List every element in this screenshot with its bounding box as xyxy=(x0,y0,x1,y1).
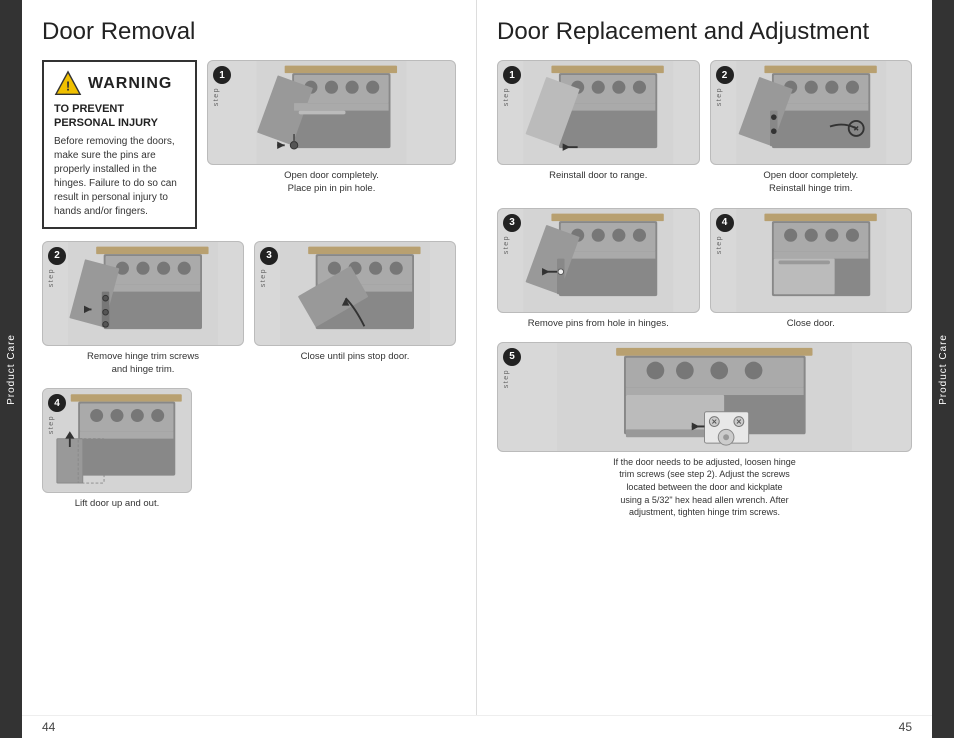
right-step-5-row: 5 step xyxy=(497,342,912,519)
step-4-caption: Lift door up and out. xyxy=(75,497,160,510)
warning-header: ! WARNING xyxy=(54,70,185,98)
step-3-badge: 3 xyxy=(260,247,278,265)
two-column-layout: Door Removal ! xyxy=(22,0,932,715)
single-step-row: 4 step xyxy=(42,388,456,510)
step-2-word: step xyxy=(48,268,55,287)
right-step-4-svg xyxy=(711,209,912,312)
step-3-caption: Close until pins stop door. xyxy=(301,350,410,363)
step-3-image: 3 step xyxy=(254,241,456,346)
right-step-2-box: 2 step xyxy=(710,60,913,196)
step-3-word: step xyxy=(260,268,267,287)
right-step-5-box: 5 step xyxy=(497,342,912,519)
right-step-3-box: 3 step xyxy=(497,208,700,330)
step-2-svg xyxy=(43,242,243,345)
right-step-1-caption: Reinstall door to range. xyxy=(549,169,647,182)
right-step-3-svg xyxy=(498,209,699,312)
right-step-2-caption: Open door completely.Reinstall hinge tri… xyxy=(763,169,858,196)
right-step-1-image: 1 step xyxy=(497,60,700,165)
side-tab-right-label: Product Care xyxy=(938,334,949,405)
svg-text:!: ! xyxy=(66,79,70,94)
step-1-image: 1 step xyxy=(207,60,456,165)
right-step-1-word: step xyxy=(503,87,510,106)
right-step-3-badge: 3 xyxy=(503,214,521,232)
right-step-5-image: 5 step xyxy=(497,342,912,452)
steps-row-2-3: 2 step xyxy=(42,241,456,377)
step-1-caption: Open door completely.Place pin in pin ho… xyxy=(284,169,379,196)
right-step-1-box: 1 step xyxy=(497,60,700,196)
right-step-2-word: step xyxy=(716,87,723,106)
warning-title: WARNING xyxy=(88,75,172,93)
right-step-5-badge: 5 xyxy=(503,348,521,366)
step-4-image: 4 step xyxy=(42,388,192,493)
warning-subtitle: TO PREVENTPERSONAL INJURY xyxy=(54,102,185,131)
right-step-1-badge: 1 xyxy=(503,66,521,84)
right-step-5-word: step xyxy=(503,369,510,388)
page-number-left: 44 xyxy=(42,720,55,734)
side-tab-left: Product Care xyxy=(0,0,22,738)
step-3-svg xyxy=(255,242,455,345)
step-1-word: step xyxy=(213,87,220,106)
step-3-box: 3 step xyxy=(254,241,456,377)
right-step-4-word: step xyxy=(716,235,723,254)
page-container: Product Care Door Removal xyxy=(0,0,954,738)
right-section: Door Replacement and Adjustment 1 step xyxy=(477,0,932,715)
warning-content: ! WARNING TO PREVENTPERSONAL INJURY Befo… xyxy=(54,70,185,219)
page-numbers: 44 45 xyxy=(22,715,932,738)
right-step-4-box: 4 step xyxy=(710,208,913,330)
main-content: Door Removal ! xyxy=(22,0,932,738)
step-2-caption: Remove hinge trim screwsand hinge trim. xyxy=(87,350,199,377)
left-section: Door Removal ! xyxy=(22,0,477,715)
side-tab-left-label: Product Care xyxy=(6,334,17,405)
right-section-title: Door Replacement and Adjustment xyxy=(497,18,912,46)
right-step-3-caption: Remove pins from hole in hinges. xyxy=(528,317,669,330)
right-step-2-badge: 2 xyxy=(716,66,734,84)
right-steps-row-1-2: 1 step xyxy=(497,60,912,196)
right-step-4-image: 4 step xyxy=(710,208,913,313)
step-1-col: 1 step xyxy=(207,60,456,196)
right-step-4-caption: Close door. xyxy=(787,317,835,330)
step-4-word: step xyxy=(48,415,55,434)
right-step-2-svg xyxy=(711,61,912,164)
step-1-svg xyxy=(208,61,455,164)
right-step-3-word: step xyxy=(503,235,510,254)
right-step-2-image: 2 step xyxy=(710,60,913,165)
right-steps-row-3-4: 3 step xyxy=(497,208,912,330)
warning-body: Before removing the doors, make sure the… xyxy=(54,135,185,219)
step-2-badge: 2 xyxy=(48,247,66,265)
step-4-box: 4 step xyxy=(42,388,192,510)
right-step-4-badge: 4 xyxy=(716,214,734,232)
warning-column: ! WARNING TO PREVENTPERSONAL INJURY Befo… xyxy=(42,60,197,229)
right-step-5-svg xyxy=(498,343,911,451)
step-2-box: 2 step xyxy=(42,241,244,377)
first-row: ! WARNING TO PREVENTPERSONAL INJURY Befo… xyxy=(42,60,456,229)
warning-triangle-icon: ! xyxy=(54,70,82,98)
page-number-right: 45 xyxy=(899,720,912,734)
step-1-badge: 1 xyxy=(213,66,231,84)
warning-box: ! WARNING TO PREVENTPERSONAL INJURY Befo… xyxy=(42,60,197,229)
step-2-image: 2 step xyxy=(42,241,244,346)
side-tab-right: Product Care xyxy=(932,0,954,738)
right-step-5-caption: If the door needs to be adjusted, loosen… xyxy=(613,456,796,519)
right-step-3-image: 3 step xyxy=(497,208,700,313)
right-step-1-svg xyxy=(498,61,699,164)
left-section-title: Door Removal xyxy=(42,18,456,46)
